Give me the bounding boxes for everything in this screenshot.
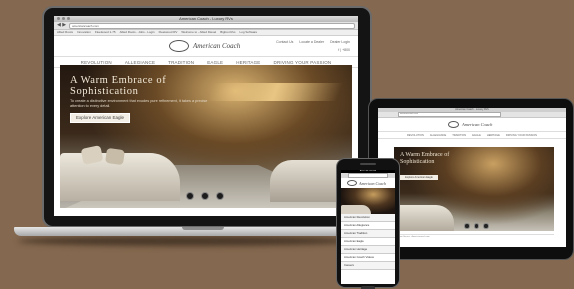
phone-menu-item[interactable]: American Coach Videos — [341, 254, 395, 262]
bookmark-item[interactable]: Bigfoot Rvs — [220, 30, 235, 35]
back-forward-icons[interactable]: ◀ ▶ — [57, 23, 66, 28]
bookmark-item[interactable]: Allied Roots - Jobs - Login — [120, 30, 155, 35]
tablet-address-bar[interactable]: americancoach.com — [398, 112, 501, 117]
hero-pillow — [105, 147, 125, 166]
tablet-footer: Customer Service · Americancoach.com — [394, 234, 554, 239]
brand-logo-icon[interactable] — [169, 40, 189, 52]
tablet-nav-item[interactable]: DRIVING YOUR PASSION — [506, 134, 537, 137]
header-links: Contact Us Locate a Dealer Dealer Login — [276, 40, 350, 44]
hero-subtitle: To create a distinctive environment that… — [70, 99, 208, 108]
social-phone[interactable]: f | +800 — [338, 48, 350, 52]
browser-title-bar: American Coach - Luxury RVs — [54, 16, 358, 22]
nav-item-eagle[interactable]: EAGLE — [207, 60, 223, 65]
phone-speaker — [360, 163, 376, 165]
tablet-hero-title-line-2: Sophistication — [400, 158, 435, 165]
bookmark-item[interactable]: Welcome to - Allied Diesel — [181, 30, 216, 35]
laptop-notch — [182, 227, 224, 230]
phone-menu-item[interactable]: American Tradition — [341, 230, 395, 238]
tablet-explore-button[interactable]: Explore American Eagle — [400, 175, 438, 180]
nav-item-allegiance[interactable]: ALLEGIANCE — [125, 60, 155, 65]
browser-toolbar: ◀ ▶ americancoach.com — [54, 22, 358, 30]
contact-us-link[interactable]: Contact Us — [276, 40, 293, 44]
phone-site-header: American Coach — [341, 178, 395, 188]
dealer-login-link[interactable]: Dealer Login — [330, 40, 350, 44]
tablet-nav-item[interactable]: ALLEGIANCE — [430, 134, 446, 137]
slide-dot[interactable] — [464, 223, 470, 229]
address-bar[interactable]: americancoach.com — [69, 22, 355, 29]
tablet-nav-item[interactable]: TRADITION — [452, 134, 466, 137]
phone-hero-sofa — [341, 205, 371, 214]
laptop-screen: American Coach - Luxury RVs ◀ ▶ american… — [54, 16, 358, 216]
bookmark-item[interactable]: Fleetwood RV — [159, 30, 178, 35]
bookmark-item[interactable]: Log Software — [240, 30, 258, 35]
locate-dealer-link[interactable]: Locate a Dealer — [299, 40, 324, 44]
slide-dot[interactable] — [473, 223, 479, 229]
nav-item-driving-your-passion[interactable]: DRIVING YOUR PASSION — [274, 60, 332, 65]
hero-title-line-1: A Warm Embrace of — [70, 75, 167, 86]
tablet-brand-logo-text[interactable]: American Coach — [462, 122, 492, 127]
tablet-nav-item[interactable]: EAGLE — [472, 134, 481, 137]
slide-dot[interactable] — [186, 192, 194, 200]
phone-menu-item[interactable]: American Eagle — [341, 238, 395, 246]
phone-menu-item[interactable]: American Allegiance — [341, 222, 395, 230]
slide-dot[interactable] — [216, 192, 224, 200]
laptop-shadow — [18, 236, 356, 246]
hero-slideshow: A Warm Embrace of Sophistication To crea… — [60, 65, 352, 208]
tablet-brand-logo-icon[interactable] — [448, 121, 459, 128]
hero-title: A Warm Embrace of Sophistication — [70, 75, 166, 97]
phone-menu: American Revolution American Allegiance … — [341, 214, 395, 270]
tablet-hero-title-line-1: A Warm Embrace of — [400, 152, 450, 158]
slideshow-dots — [186, 192, 224, 200]
bookmark-item[interactable]: Innovation — [77, 30, 91, 35]
bookmark-item[interactable]: Allied Roots — [57, 30, 73, 35]
phone-hero — [341, 188, 395, 214]
slide-dot[interactable] — [483, 223, 489, 229]
tablet-nav-item[interactable]: HERITAGE — [487, 134, 500, 137]
window-controls[interactable] — [57, 17, 70, 20]
phone-menu-item[interactable]: American Heritage — [341, 246, 395, 254]
tablet-slideshow-dots — [464, 223, 489, 229]
bookmark-item[interactable]: Fleetwood 1-75 — [95, 30, 116, 35]
phone-brand-logo-icon[interactable] — [347, 180, 357, 186]
hero-title-line-2: Sophistication — [70, 86, 139, 97]
tablet-hero-title: A Warm Embrace of Sophistication — [400, 152, 449, 165]
phone-screen: AT&T 3G 2:43 PM American Coach American … — [341, 170, 395, 284]
browser-window-title: American Coach - Luxury RVs — [179, 16, 233, 21]
tablet-hero-sofa — [394, 205, 454, 231]
tablet-main-nav: REVOLUTION ALLEGIANCE TRADITION EAGLE HE… — [378, 131, 566, 139]
site-header: American Coach Contact Us Locate a Deale… — [54, 36, 358, 56]
tablet-nav-item[interactable]: REVOLUTION — [407, 134, 424, 137]
hero-ceiling-light — [206, 83, 344, 101]
tablet-site-header: American Coach — [378, 118, 566, 131]
nav-item-revolution[interactable]: REVOLUTION — [81, 60, 112, 65]
phone-menu-item[interactable]: American Revolution — [341, 214, 395, 222]
brand-logo-text[interactable]: American Coach — [193, 42, 240, 50]
tablet-hero: A Warm Embrace of Sophistication Explore… — [394, 147, 554, 231]
explore-eagle-button[interactable]: Explore American Eagle — [70, 113, 130, 123]
phone-menu-item[interactable]: Careers — [341, 262, 395, 270]
phone-brand-logo-text[interactable]: American Coach — [359, 181, 386, 186]
nav-item-heritage[interactable]: HERITAGE — [236, 60, 260, 65]
nav-item-tradition[interactable]: TRADITION — [168, 60, 194, 65]
slide-dot[interactable] — [201, 192, 209, 200]
